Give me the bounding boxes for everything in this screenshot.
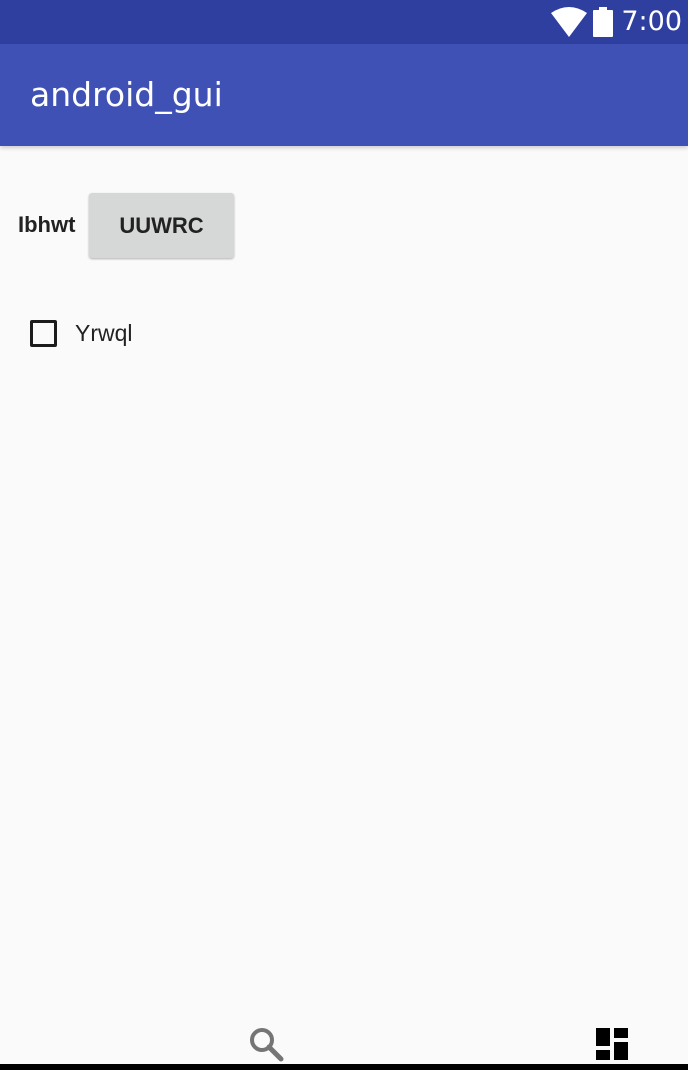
search-icon[interactable] [248,1026,284,1062]
status-time: 7:00 [621,6,682,37]
app-title: android_gui [30,75,223,114]
grid-icon[interactable] [596,1028,628,1060]
status-bar: 7:00 [0,0,688,44]
bottom-edge [0,1064,688,1070]
app-bar: android_gui [0,44,688,146]
form-label: Ibhwt [18,212,76,237]
checkbox-row[interactable]: Yrwql [30,314,133,352]
wifi-icon [551,7,588,37]
checkbox[interactable] [30,319,57,347]
checkbox-label[interactable]: Yrwql [75,320,133,347]
battery-icon [593,7,614,37]
status-icons: 7:00 [551,0,682,44]
uuwrc-button[interactable]: UUWRC [89,193,234,258]
